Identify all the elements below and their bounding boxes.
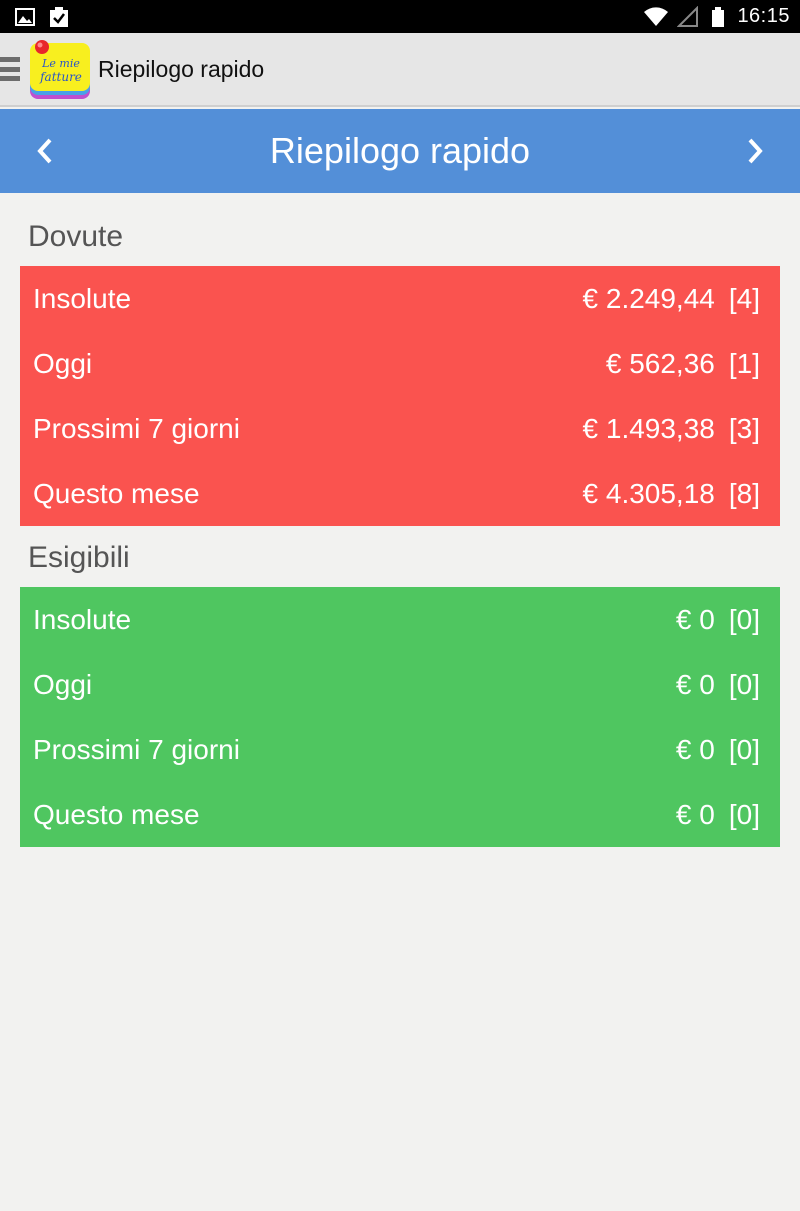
action-bar: Le mie fatture Riepilogo rapido [0,33,800,107]
row-amount: € 0 [675,798,715,830]
signal-icon [677,5,699,28]
row-label: Questo mese [33,477,200,509]
row-label: Questo mese [33,798,200,830]
chevron-right-icon [748,138,763,164]
row-count: [1] [728,347,760,379]
gallery-icon [14,6,36,28]
row-count: [3] [728,412,760,444]
panel-esigibili: Insolute € 0 [0] Oggi € 0 [0] Prossimi 7 g… [20,587,780,847]
row-label: Prossimi 7 giorni [33,733,240,765]
row-amount: € 562,36 [605,347,715,379]
panel-dovute: Insolute € 2.249,44 [4] Oggi € 562,36 [1] … [20,266,780,526]
row-count: [0] [728,603,760,635]
clipboard-check-icon [48,6,70,28]
row-amount: € 0 [675,733,715,765]
row-label: Oggi [33,347,93,379]
row-esigibili-oggi[interactable]: Oggi € 0 [0] [20,652,780,717]
row-amount: € 2.249,44 [582,282,715,314]
row-dovute-prossimi-7-giorni[interactable]: Prossimi 7 giorni € 1.493,38 [3] [20,396,780,461]
next-button[interactable] [710,109,800,193]
status-right-icons: 16:15 [643,5,790,28]
row-esigibili-questo-mese[interactable]: Questo mese € 0 [0] [20,782,780,847]
row-count: [0] [728,668,760,700]
prev-button[interactable] [0,109,90,193]
row-amount: € 0 [675,668,715,700]
period-nav-header: Riepilogo rapido [0,109,800,193]
row-count: [4] [728,282,760,314]
row-amount: € 0 [675,603,715,635]
menu-icon[interactable] [0,53,22,85]
row-esigibili-insolute[interactable]: Insolute € 0 [0] [20,587,780,652]
row-esigibili-prossimi-7-giorni[interactable]: Prossimi 7 giorni € 0 [0] [20,717,780,782]
row-dovute-questo-mese[interactable]: Questo mese € 4.305,18 [8] [20,461,780,526]
app-title: Riepilogo rapido [98,55,265,82]
section-title-esigibili: Esigibili [28,541,130,574]
row-amount: € 1.493,38 [582,412,715,444]
status-time: 16:15 [737,5,790,27]
logo-text-line1: Le mie [41,57,80,70]
section-title-dovute: Dovute [28,220,124,253]
row-count: [8] [728,477,760,509]
chevron-left-icon [37,138,52,164]
status-left-icons [14,6,70,28]
row-label: Oggi [33,668,93,700]
status-bar: 16:15 [0,0,800,33]
wifi-icon [643,6,669,28]
app-logo[interactable]: Le mie fatture [28,37,92,101]
row-dovute-insolute[interactable]: Insolute € 2.249,44 [4] [20,266,780,331]
battery-icon [711,6,725,28]
logo-text-line2: fatture [39,70,82,84]
row-label: Insolute [33,282,132,314]
row-label: Prossimi 7 giorni [33,412,240,444]
row-count: [0] [728,798,760,830]
row-amount: € 4.305,18 [582,477,715,509]
nav-title: Riepilogo rapido [269,130,531,171]
row-dovute-oggi[interactable]: Oggi € 562,36 [1] [20,331,780,396]
row-count: [0] [728,733,760,765]
row-label: Insolute [33,603,132,635]
